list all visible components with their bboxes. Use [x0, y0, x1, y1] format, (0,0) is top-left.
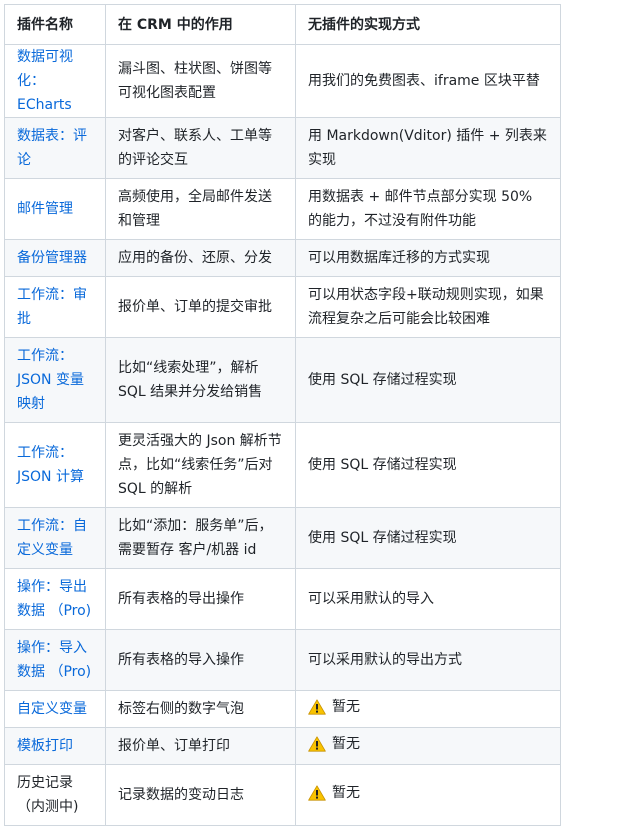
crm-role-cell: 报价单、订单打印 [105, 727, 296, 765]
alternative-text: 暂无 [332, 699, 360, 715]
table-row: 历史记录（内测中) 记录数据的变动日志 暂无 [4, 764, 561, 826]
alternative-cell: 可以采用默认的导入 [295, 568, 561, 630]
alternative-text: 暂无 [332, 736, 360, 752]
crm-role-cell: 比如“添加：服务单”后，需要暂存 客户/机器 id [105, 507, 296, 569]
crm-role-cell: 报价单、订单的提交审批 [105, 276, 296, 338]
table-container: 插件名称 在 CRM 中的作用 无插件的实现方式 数据可视化：ECharts 漏斗… [4, 4, 561, 826]
alternative-cell: 使用 SQL 存储过程实现 [295, 422, 561, 508]
alternative-cell: 可以采用默认的导出方式 [295, 629, 561, 691]
alternative-text: 用我们的免费图表、iframe 区块平替 [308, 73, 540, 89]
crm-role-cell: 标签右侧的数字气泡 [105, 690, 296, 728]
alternative-text: 用 Markdown(Vditor) 插件 + 列表来实现 [308, 128, 547, 168]
table-row: 工作流：JSON 变量映射 比如“线索处理”，解析 SQL 结果并分发给销售 使用 … [4, 337, 561, 423]
alternative-cell: 用数据表 + 邮件节点部分实现 50% 的能力，不过没有附件功能 [295, 178, 561, 240]
crm-role-cell: 所有表格的导出操作 [105, 568, 296, 630]
alternative-text: 使用 SQL 存储过程实现 [308, 372, 457, 388]
plugin-link[interactable]: 操作：导出数据 （Pro) [17, 579, 91, 619]
alternative-cell: 用 Markdown(Vditor) 插件 + 列表来实现 [295, 117, 561, 179]
header-plugin-name: 插件名称 [4, 4, 106, 45]
plugin-link[interactable]: 工作流：自定义变量 [17, 518, 87, 558]
plugin-link[interactable]: 邮件管理 [17, 201, 73, 217]
plugin-name-cell: 自定义变量 [4, 690, 106, 728]
alternative-cell: 可以用数据库迁移的方式实现 [295, 239, 561, 277]
plugin-name-cell: 数据表：评论 [4, 117, 106, 179]
crm-role-cell: 应用的备份、还原、分发 [105, 239, 296, 277]
plugin-name-cell: 操作：导入数据 （Pro) [4, 629, 106, 691]
crm-role-cell: 漏斗图、柱状图、饼图等可视化图表配置 [105, 44, 296, 118]
table-row: 自定义变量 标签右侧的数字气泡 暂无 [4, 690, 561, 728]
crm-role-cell: 对客户、联系人、工单等的评论交互 [105, 117, 296, 179]
plugin-table: 插件名称 在 CRM 中的作用 无插件的实现方式 数据可视化：ECharts 漏斗… [4, 4, 561, 826]
alternative-text: 可以用状态字段+联动规则实现，如果流程复杂之后可能会比较困难 [308, 287, 544, 327]
status-none: 暂无 [308, 781, 360, 805]
alternative-text: 暂无 [332, 785, 360, 801]
plugin-link[interactable]: 数据表：评论 [17, 128, 87, 168]
alternative-text: 可以采用默认的导入 [308, 591, 434, 607]
plugin-name-cell: 模板打印 [4, 727, 106, 765]
plugin-link[interactable]: 数据可视化：ECharts [17, 49, 73, 113]
plugin-name-cell: 工作流：JSON 计算 [4, 422, 106, 508]
alternative-text: 可以采用默认的导出方式 [308, 652, 462, 668]
plugin-name-cell: 工作流：审批 [4, 276, 106, 338]
plugin-name-cell: 邮件管理 [4, 178, 106, 240]
table-row: 工作流：自定义变量 比如“添加：服务单”后，需要暂存 客户/机器 id 使用 SQL… [4, 507, 561, 569]
plugin-link[interactable]: 工作流：审批 [17, 287, 87, 327]
header-row: 插件名称 在 CRM 中的作用 无插件的实现方式 [4, 4, 561, 45]
crm-role-cell: 记录数据的变动日志 [105, 764, 296, 826]
alternative-text: 可以用数据库迁移的方式实现 [308, 250, 490, 266]
warning-icon [308, 699, 326, 715]
table-row: 工作流：审批 报价单、订单的提交审批 可以用状态字段+联动规则实现，如果流程复杂之后… [4, 276, 561, 338]
table-row: 备份管理器 应用的备份、还原、分发 可以用数据库迁移的方式实现 [4, 239, 561, 277]
plugin-link[interactable]: 工作流：JSON 变量映射 [17, 348, 84, 412]
table-row: 操作：导入数据 （Pro) 所有表格的导入操作 可以采用默认的导出方式 [4, 629, 561, 691]
plugin-name: 历史记录（内测中) [17, 775, 79, 815]
plugin-name-cell: 历史记录（内测中) [4, 764, 106, 826]
header-crm-role: 在 CRM 中的作用 [105, 4, 296, 45]
table-row: 工作流：JSON 计算 更灵活强大的 Json 解析节点，比如“线索任务”后对 S… [4, 422, 561, 508]
crm-role-cell: 更灵活强大的 Json 解析节点，比如“线索任务”后对 SQL 的解析 [105, 422, 296, 508]
table-row: 邮件管理 高频使用，全局邮件发送和管理 用数据表 + 邮件节点部分实现 50% 的能… [4, 178, 561, 240]
plugin-name-cell: 操作：导出数据 （Pro) [4, 568, 106, 630]
plugin-link[interactable]: 备份管理器 [17, 250, 87, 266]
status-none: 暂无 [308, 695, 360, 719]
alternative-cell: 使用 SQL 存储过程实现 [295, 337, 561, 423]
plugin-name-cell: 工作流：JSON 变量映射 [4, 337, 106, 423]
warning-icon [308, 785, 326, 801]
crm-role-cell: 高频使用，全局邮件发送和管理 [105, 178, 296, 240]
alternative-text: 使用 SQL 存储过程实现 [308, 530, 457, 546]
alternative-text: 使用 SQL 存储过程实现 [308, 457, 457, 473]
crm-role-cell: 所有表格的导入操作 [105, 629, 296, 691]
crm-role-cell: 比如“线索处理”，解析 SQL 结果并分发给销售 [105, 337, 296, 423]
table-row: 数据表：评论 对客户、联系人、工单等的评论交互用 Markdown(Vditor)… [4, 117, 561, 179]
table-row: 操作：导出数据 （Pro) 所有表格的导出操作 可以采用默认的导入 [4, 568, 561, 630]
alternative-cell: 暂无 [295, 764, 561, 826]
alternative-cell: 使用 SQL 存储过程实现 [295, 507, 561, 569]
plugin-link[interactable]: 模板打印 [17, 738, 73, 754]
plugin-name-cell: 工作流：自定义变量 [4, 507, 106, 569]
warning-icon [308, 736, 326, 752]
header-alternative: 无插件的实现方式 [295, 4, 561, 45]
plugin-link[interactable]: 工作流：JSON 计算 [17, 445, 84, 485]
status-none: 暂无 [308, 732, 360, 756]
alternative-text: 用数据表 + 邮件节点部分实现 50% 的能力，不过没有附件功能 [308, 189, 533, 229]
alternative-cell: 用我们的免费图表、iframe 区块平替 [295, 44, 561, 118]
table-row: 数据可视化：ECharts 漏斗图、柱状图、饼图等可视化图表配置 用我们的免费图表、… [4, 44, 561, 118]
alternative-cell: 暂无 [295, 690, 561, 728]
alternative-cell: 暂无 [295, 727, 561, 765]
table-row: 模板打印 报价单、订单打印 暂无 [4, 727, 561, 765]
plugin-link[interactable]: 自定义变量 [17, 701, 87, 717]
plugin-name-cell: 数据可视化：ECharts [4, 44, 106, 118]
plugin-link[interactable]: 操作：导入数据 （Pro) [17, 640, 91, 680]
plugin-name-cell: 备份管理器 [4, 239, 106, 277]
alternative-cell: 可以用状态字段+联动规则实现，如果流程复杂之后可能会比较困难 [295, 276, 561, 338]
